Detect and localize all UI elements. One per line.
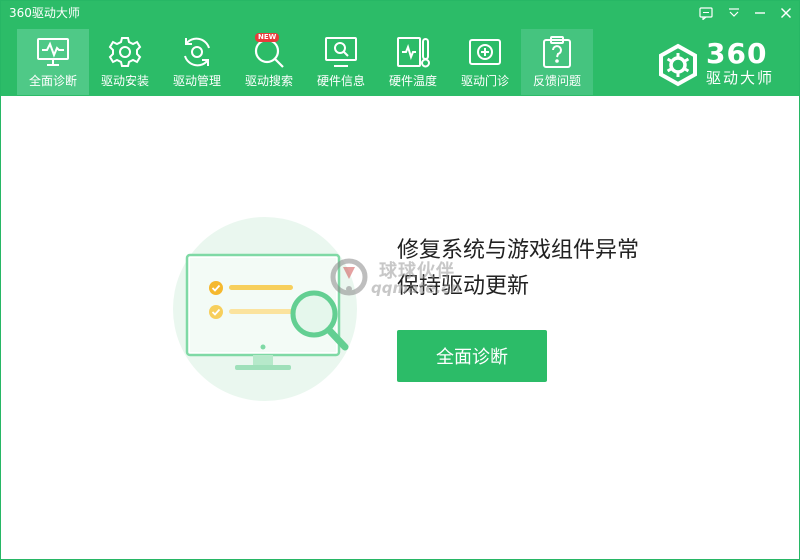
- message-icon: [699, 6, 713, 20]
- refresh-gear-icon: [177, 33, 217, 71]
- nav-item-driver-install[interactable]: 驱动安装: [89, 29, 161, 95]
- header-bar: 360驱动大师 全面诊断 驱动安装 驱动管理 NEW 驱动搜索 硬件信息 硬件温…: [1, 1, 799, 96]
- nav-label: 硬件温度: [388, 74, 437, 88]
- first-aid-icon: [465, 33, 505, 71]
- logo-subtitle: 驱动大师: [706, 69, 775, 87]
- app-window: 360驱动大师 全面诊断 驱动安装 驱动管理 NEW 驱动搜索 硬件信息 硬件温…: [0, 0, 800, 560]
- nav-item-full-diagnosis[interactable]: 全面诊断: [17, 29, 89, 95]
- nav-item-feedback[interactable]: 反馈问题: [521, 29, 593, 95]
- hexagon-gear-logo-icon: [659, 43, 697, 87]
- close-button[interactable]: [775, 4, 797, 22]
- nav-item-driver-clinic[interactable]: 驱动门诊: [449, 29, 521, 95]
- nav-item-hardware-temp[interactable]: 硬件温度: [377, 29, 449, 95]
- logo-number: 360: [706, 37, 768, 70]
- close-icon: [781, 8, 791, 18]
- monitor-search-icon: [321, 33, 361, 71]
- brand-logo: 360 驱动大师: [656, 37, 786, 89]
- diagnosis-illustration: [173, 217, 358, 402]
- watermark: 球球伙伴 qqmate.cn: [329, 257, 479, 303]
- nav-label: 硬件信息: [316, 74, 365, 88]
- nav-label: 全面诊断: [28, 74, 77, 88]
- nav-label: 驱动搜索: [244, 74, 293, 88]
- menu-button[interactable]: [723, 4, 745, 22]
- watermark-logo-icon: [330, 258, 368, 296]
- nav-label: 驱动门诊: [460, 74, 509, 88]
- minimize-button[interactable]: [749, 4, 771, 22]
- nav-label: 驱动管理: [172, 74, 221, 88]
- menu-icon: [729, 8, 739, 17]
- nav-label: 反馈问题: [532, 74, 581, 88]
- gear-icon: [105, 33, 145, 71]
- feedback-question-icon: [537, 33, 577, 71]
- nav-item-driver-manage[interactable]: 驱动管理: [161, 29, 233, 95]
- watermark-domain: qqmate.cn: [371, 279, 461, 297]
- thermometer-icon: [393, 33, 433, 71]
- main-nav: 全面诊断 驱动安装 驱动管理 NEW 驱动搜索 硬件信息 硬件温度 驱动门诊 反…: [17, 29, 593, 95]
- new-badge: NEW: [255, 33, 280, 42]
- full-diagnosis-button[interactable]: 全面诊断: [397, 330, 547, 382]
- monitor-pulse-icon: [33, 33, 73, 71]
- nav-item-hardware-info[interactable]: 硬件信息: [305, 29, 377, 95]
- message-button[interactable]: [695, 4, 717, 22]
- window-title: 360驱动大师: [9, 6, 80, 20]
- nav-label: 驱动安装: [100, 74, 149, 88]
- minimize-icon: [755, 12, 765, 14]
- nav-item-driver-search[interactable]: NEW 驱动搜索: [233, 29, 305, 95]
